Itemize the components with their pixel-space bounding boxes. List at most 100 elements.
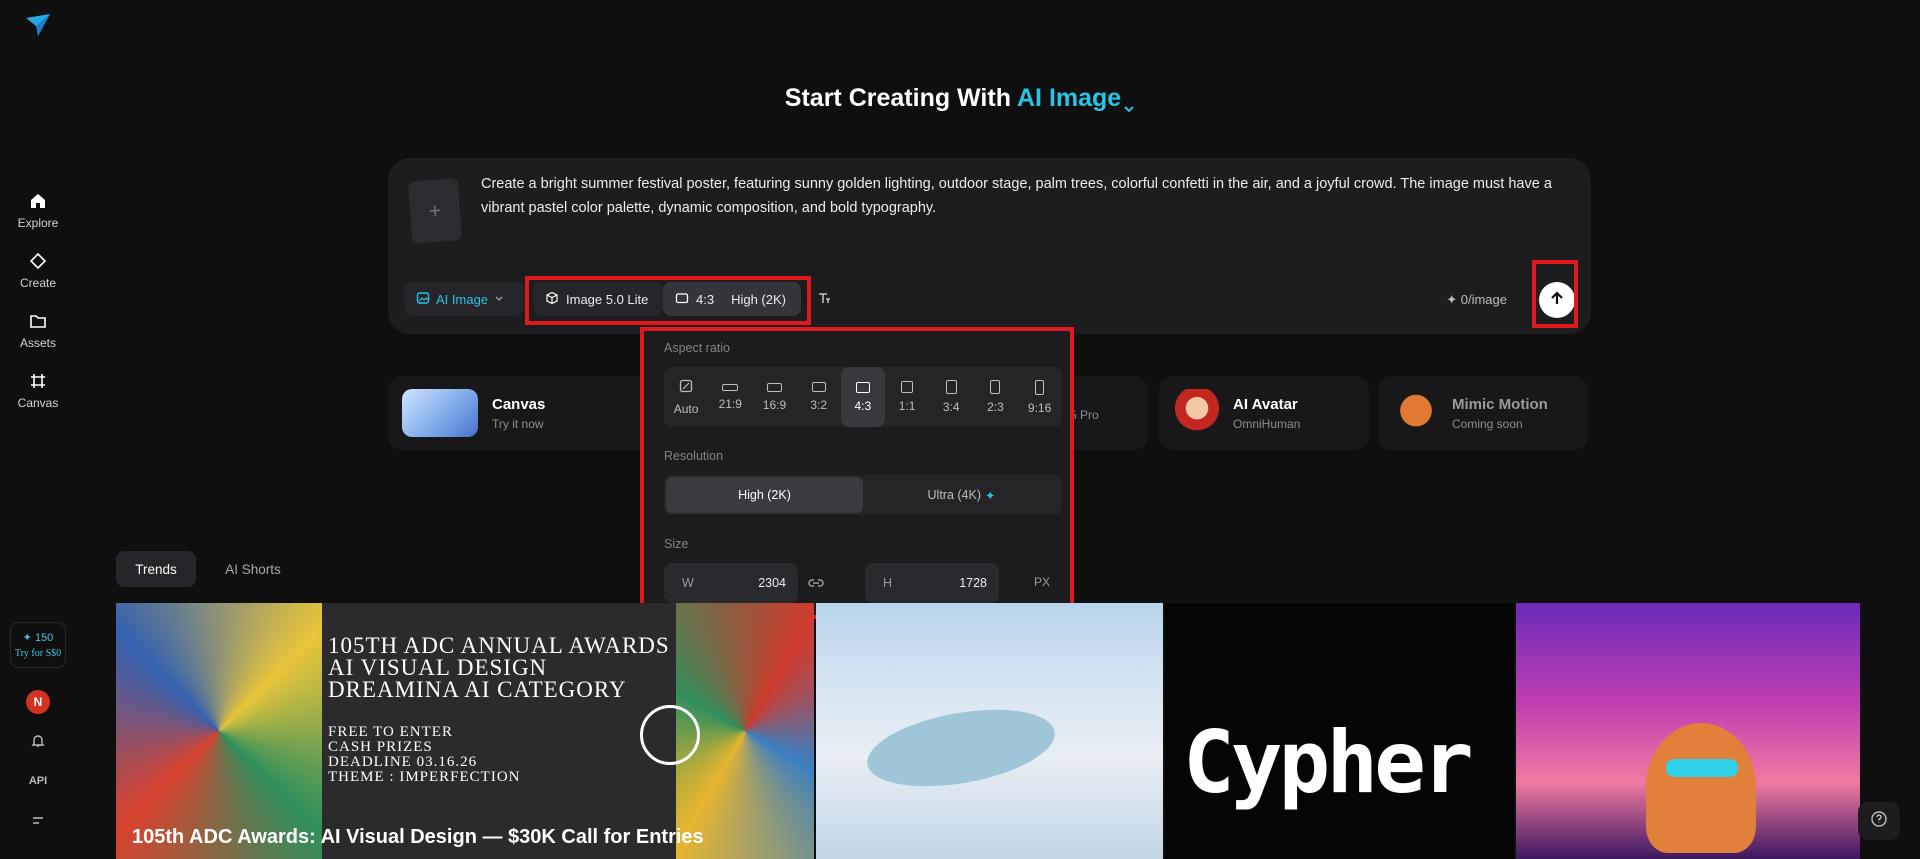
diamond-icon: [27, 250, 49, 272]
api-link[interactable]: API: [26, 770, 50, 792]
ratio-shape-icon: [766, 382, 782, 392]
help-button[interactable]: [1858, 802, 1900, 840]
dolphin-shape: [861, 697, 1061, 799]
feature-card-ai-avatar[interactable]: AI Avatar OmniHuman: [1159, 376, 1369, 450]
unit-label: PX: [1034, 575, 1051, 589]
app-root: Explore Create Assets Canvas ✦ 150 Try f…: [0, 0, 1920, 859]
feature-title: Canvas: [492, 395, 546, 413]
feature-text: Canvas Try it now: [492, 396, 545, 431]
feature-text: Mimic Motion Coming soon: [1452, 396, 1548, 431]
ratio-label: 1:1: [898, 399, 916, 413]
resolution-option-ultra[interactable]: Ultra (4K) ✦: [863, 477, 1060, 513]
home-icon: [27, 190, 49, 212]
cat-shape: [1646, 723, 1756, 853]
menu-icon[interactable]: [26, 810, 50, 832]
mode-dropdown[interactable]: AI Image: [404, 282, 524, 316]
feature-card-canvas[interactable]: Canvas Try it now: [388, 376, 656, 450]
sidebar-item-label: Assets: [19, 336, 56, 350]
bell-icon[interactable]: [26, 730, 50, 752]
ratio-label: 2:3: [987, 400, 1004, 414]
help-icon: [1870, 810, 1888, 833]
mimic-thumbnail: [1394, 389, 1438, 437]
resolution-options: High (2K) Ultra (4K) ✦: [664, 475, 1062, 515]
cypher-text: Cypher: [1183, 713, 1474, 813]
ratio-shape-icon: [901, 381, 914, 393]
gallery-item-adc-awards[interactable]: 105TH ADC ANNUAL AWARDS AI VISUAL DESIGN…: [116, 603, 814, 859]
send-button[interactable]: [1539, 282, 1575, 318]
ratio-option-9-16[interactable]: 9:16: [1018, 367, 1062, 427]
tab-ai-shorts[interactable]: AI Shorts: [216, 551, 290, 587]
sidebar-item-assets[interactable]: Assets: [0, 310, 76, 350]
ratio-option-2-3[interactable]: 2:3: [973, 367, 1017, 427]
sidebar: Explore Create Assets Canvas ✦ 150 Try f…: [0, 0, 76, 859]
feature-card-mimic-motion[interactable]: Mimic Motion Coming soon: [1378, 376, 1588, 450]
ratio-label: 16:9: [762, 397, 787, 412]
feature-text: 5 Pro: [1070, 404, 1099, 422]
feature-subtitle: Coming soon: [1452, 416, 1523, 431]
auto-ratio-icon: [679, 379, 693, 396]
ratio-shape-icon: [722, 383, 739, 391]
ratio-label: 3:4: [942, 400, 960, 414]
feature-subtitle: OmniHuman: [1233, 416, 1301, 431]
poster-line: AI VISUAL DESIGN: [328, 655, 548, 680]
try-label: Try for S$0: [14, 648, 62, 659]
gallery-item-dolphin[interactable]: [816, 603, 1163, 859]
image-icon: [416, 291, 430, 308]
cube-icon: [545, 291, 559, 308]
chevron-down-icon: [1123, 93, 1135, 113]
ratio-shape-icon: [990, 380, 1001, 394]
model-selector[interactable]: Image 5.0 Lite: [533, 282, 663, 316]
ratio-option-16-9[interactable]: 16:9: [752, 367, 796, 427]
resolution-label: Resolution: [664, 449, 724, 463]
ratio-option-auto[interactable]: Auto: [664, 367, 708, 427]
goggles-shape: [1666, 759, 1738, 777]
prompt-box: + Create a bright summer festival poster…: [388, 158, 1591, 334]
poster-small-line: FREE TO ENTER: [328, 724, 453, 740]
text-style-button[interactable]: [810, 282, 838, 316]
resolution-option-high[interactable]: High (2K): [666, 477, 863, 513]
resolution-label: High (2K): [731, 291, 786, 307]
ratio-option-3-2[interactable]: 3:2: [797, 367, 841, 427]
gallery-item-cypher[interactable]: Cypher: [1165, 603, 1514, 859]
poster-line: 105TH ADC ANNUAL AWARDS: [328, 633, 670, 658]
resolution-option-label: High (2K): [738, 488, 791, 502]
sidebar-item-explore[interactable]: Explore: [0, 190, 76, 230]
feature-title: Mimic Motion: [1452, 395, 1548, 413]
ratio-shape-icon: [945, 380, 957, 394]
poster-text: 105TH ADC ANNUAL AWARDS AI VISUAL DESIGN…: [328, 633, 670, 785]
logo-icon[interactable]: [24, 12, 52, 40]
ratio-resolution-selector[interactable]: 4:3 High (2K): [663, 282, 801, 316]
sidebar-item-create[interactable]: Create: [0, 250, 76, 290]
mode-switcher[interactable]: AI Image: [1017, 84, 1135, 113]
text-format-icon: [817, 291, 831, 308]
avatar-thumbnail: [1175, 389, 1219, 437]
height-value: 1728: [959, 576, 987, 590]
ratio-shape-icon: [1035, 379, 1045, 395]
ratio-option-21-9[interactable]: 21:9: [708, 367, 752, 427]
sidebar-item-canvas[interactable]: Canvas: [0, 370, 76, 410]
ratio-label: 21:9: [718, 396, 742, 411]
ratio-option-3-4[interactable]: 3:4: [929, 367, 973, 427]
poster-small-line: DEADLINE 03.16.26: [328, 754, 478, 770]
sidebar-item-label: Create: [19, 276, 57, 290]
ratio-option-4-3[interactable]: 4:3: [840, 367, 885, 427]
tab-trends[interactable]: Trends: [116, 551, 196, 587]
page-title: Start Creating With AI Image: [0, 84, 1920, 113]
ratio-option-1-1[interactable]: 1:1: [885, 367, 929, 427]
link-icon[interactable]: [806, 573, 826, 593]
aspect-ratio-label: Aspect ratio: [664, 341, 731, 355]
title-accent: AI Image: [1017, 84, 1122, 112]
folder-icon: [27, 310, 49, 332]
poster-small-line: THEME : IMPERFECTION: [328, 769, 521, 785]
width-field[interactable]: W 2304: [664, 563, 798, 603]
width-value: 2304: [758, 576, 786, 590]
upload-image-button[interactable]: +: [407, 178, 463, 244]
prompt-input[interactable]: Create a bright summer festival poster, …: [481, 172, 1561, 220]
credits-box[interactable]: ✦ 150 Try for S$0: [10, 622, 66, 668]
ratio-label: 3:2: [810, 398, 827, 412]
gallery-item-cat-dj[interactable]: [1516, 603, 1860, 859]
ratio-label: 4:3: [696, 291, 715, 307]
avatar[interactable]: N: [26, 690, 50, 714]
height-field[interactable]: H 1728: [865, 563, 999, 603]
ratio-label: 9:16: [1027, 400, 1052, 415]
